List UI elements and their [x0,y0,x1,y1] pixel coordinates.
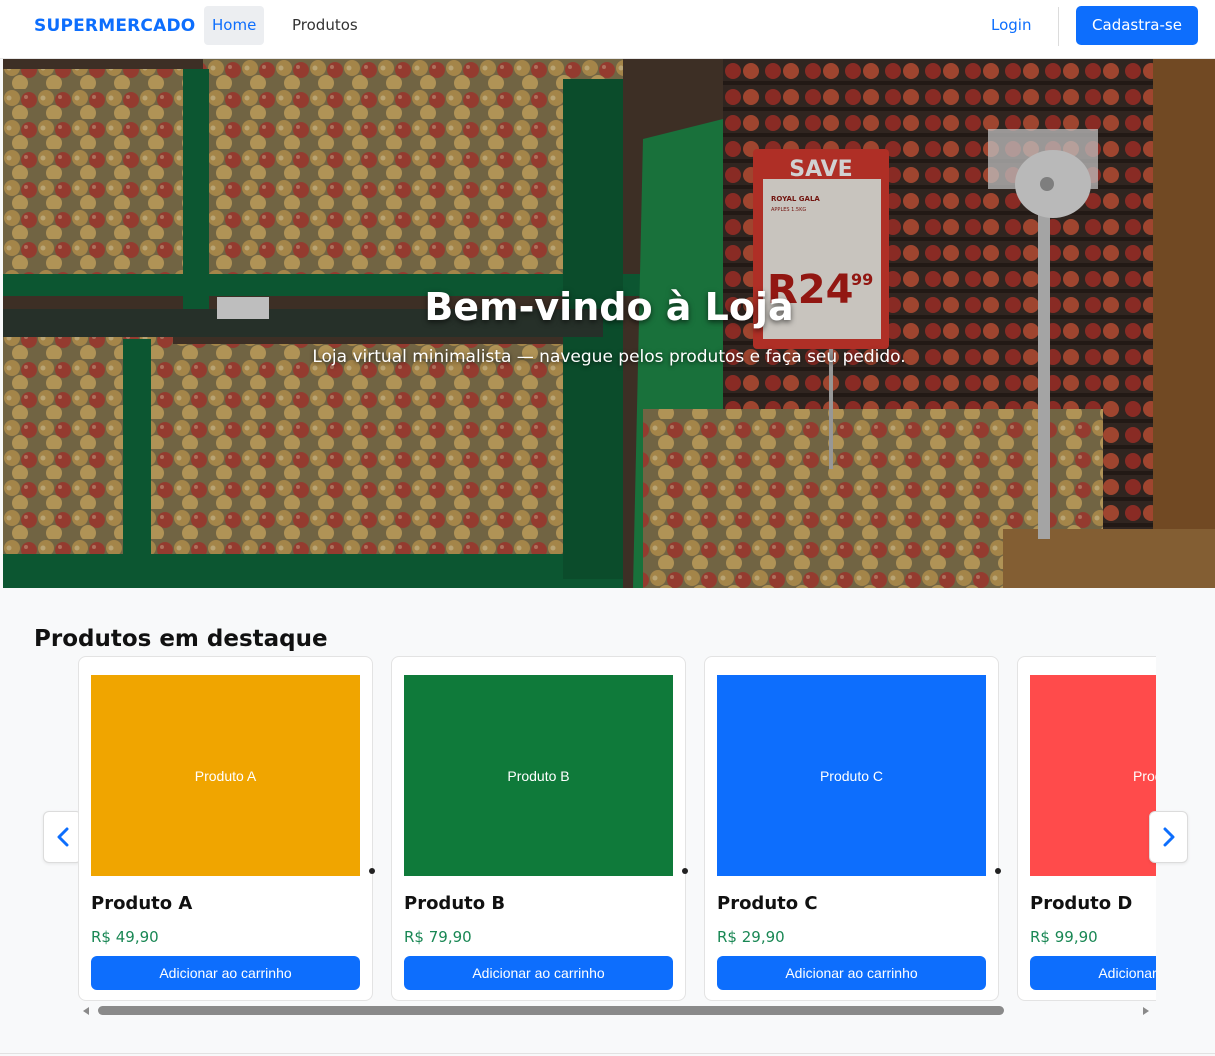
login-link[interactable]: Login [983,6,1039,45]
add-to-cart-button[interactable]: Adicionar ao carrinho [1030,956,1156,990]
product-card: Produto A Produto A R$ 49,90 Adicionar a… [78,656,375,1001]
scroll-left-arrow-icon[interactable] [83,1007,89,1015]
carousel-scrollbar[interactable] [80,1004,1158,1018]
add-to-cart-button[interactable]: Adicionar ao carrinho [404,956,673,990]
add-to-cart-button[interactable]: Adicionar ao carrinho [91,956,360,990]
product-price: R$ 49,90 [91,928,159,946]
product-image[interactable]: Produto C [717,675,986,876]
nav-link-home[interactable]: Home [204,6,265,45]
product-image-label: Produto B [507,767,570,784]
carousel-prev-button[interactable] [43,811,82,863]
product-card: Produto C Produto C R$ 29,90 Adicionar a… [704,656,1001,1001]
hero-title: Bem-vindo à Loja [424,285,794,329]
scroll-right-arrow-icon[interactable] [1143,1007,1149,1015]
product-price: R$ 79,90 [404,928,472,946]
hero-subtitle: Loja virtual minimalista — navegue pelos… [312,347,906,367]
brand-logo[interactable]: SUPERMERCADO [34,16,195,36]
nav-link-produtos[interactable]: Produtos [284,6,366,45]
product-image[interactable]: Produto D [1030,675,1156,876]
featured-title: Produtos em destaque [34,626,328,652]
footer-divider [0,1053,1215,1054]
product-image-label: Produto A [194,767,257,784]
carousel-next-button[interactable] [1149,811,1188,863]
dot-separator [682,868,688,874]
chevron-left-icon [57,827,68,847]
product-name: Produto A [91,893,193,914]
product-image-label: Produto D [1132,767,1156,784]
add-to-cart-button[interactable]: Adicionar ao carrinho [717,956,986,990]
hero-banner: SAVE ROYAL GALA APPLES 1.5KG R24 99 Bem-… [3,59,1215,588]
product-price: R$ 99,90 [1030,928,1098,946]
dot-separator [995,868,1001,874]
product-image[interactable]: Produto B [404,675,673,876]
product-name: Produto C [717,893,818,914]
navbar: SUPERMERCADO Home Produtos Login Cadastr… [0,0,1215,59]
product-name: Produto D [1030,893,1133,914]
chevron-right-icon [1163,827,1174,847]
dot-separator [369,868,375,874]
signup-button[interactable]: Cadastra-se [1076,6,1198,45]
product-carousel[interactable]: Produto A Produto A R$ 49,90 Adicionar a… [78,656,1156,1002]
product-price: R$ 29,90 [717,928,785,946]
product-image-label: Produto C [819,767,884,784]
product-image[interactable]: Produto A [91,675,360,876]
product-card: Produto B Produto B R$ 79,90 Adicionar a… [391,656,688,1001]
scrollbar-thumb[interactable] [98,1006,1004,1015]
product-name: Produto B [404,893,506,914]
nav-divider [1058,7,1059,46]
product-card: Produto D Produto D R$ 99,90 Adicionar a… [1017,656,1156,1001]
